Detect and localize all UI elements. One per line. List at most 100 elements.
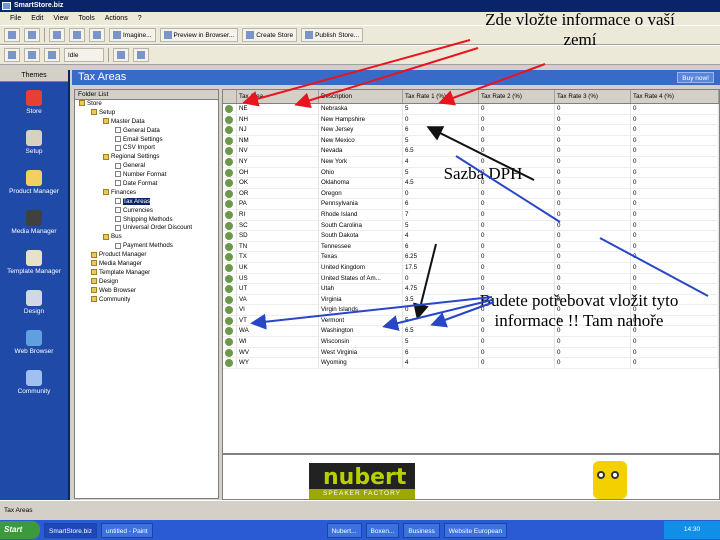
table-row[interactable]: SD South Dakota 4 0 0 0 <box>223 231 719 242</box>
table-cell[interactable]: 0 <box>555 199 631 209</box>
task-website[interactable]: Website European <box>443 522 508 538</box>
table-cell[interactable]: OR <box>237 188 319 199</box>
nav-item-web-browser[interactable]: Web Browser <box>0 322 68 362</box>
table-cell[interactable]: 0 <box>631 135 719 146</box>
column-header[interactable] <box>223 90 237 103</box>
table-cell[interactable]: 0 <box>479 241 555 252</box>
table-cell[interactable]: 0 <box>631 188 719 199</box>
nav-item-media-manager[interactable]: Media Manager <box>0 202 68 242</box>
table-cell[interactable]: 0 <box>479 104 555 114</box>
table-cell[interactable]: 5 <box>403 104 479 114</box>
table-cell[interactable]: VT <box>237 315 319 326</box>
table-cell[interactable]: 0 <box>555 114 631 125</box>
table-cell[interactable]: 0 <box>631 114 719 125</box>
table-cell[interactable]: WA <box>237 326 319 337</box>
refresh-button[interactable] <box>133 48 149 62</box>
menu-edit[interactable]: Edit <box>31 15 43 22</box>
table-cell[interactable]: US <box>237 273 319 284</box>
table-cell[interactable]: TN <box>237 241 319 252</box>
tree-node[interactable]: Store <box>75 100 218 109</box>
tree-node[interactable]: Community <box>75 296 218 305</box>
table-cell[interactable]: 6.5 <box>403 146 479 156</box>
tree-node[interactable]: Date Format <box>75 180 218 189</box>
table-cell[interactable]: 0 <box>479 146 555 156</box>
table-cell[interactable]: 0 <box>479 125 555 135</box>
publish-store-button[interactable]: Publish Store... <box>301 28 364 42</box>
table-cell[interactable]: 0 <box>631 273 719 284</box>
table-row[interactable]: US United States of Am... 0 0 0 0 <box>223 273 719 285</box>
column-header[interactable]: Description <box>319 90 403 103</box>
nav-item-template-manager[interactable]: Template Manager <box>0 242 68 282</box>
table-cell[interactable]: PA <box>237 199 319 209</box>
tree-node[interactable]: Payment Methods <box>75 242 218 251</box>
table-cell[interactable]: 0 <box>555 104 631 114</box>
table-cell[interactable]: OH <box>237 167 319 178</box>
table-cell[interactable]: 0 <box>631 337 719 347</box>
table-cell[interactable]: 0 <box>555 220 631 231</box>
tree-node[interactable]: Media Manager <box>75 260 218 269</box>
table-row[interactable]: WI Wisconsin 5 0 0 0 <box>223 337 719 348</box>
tree-node[interactable]: Bus <box>75 233 218 242</box>
table-cell[interactable]: 0 <box>479 220 555 231</box>
table-cell[interactable]: New Jersey <box>319 125 403 135</box>
table-cell[interactable]: 0 <box>631 156 719 167</box>
table-cell[interactable]: Vermont <box>319 315 403 326</box>
nav-item-community[interactable]: Community <box>0 362 68 402</box>
table-cell[interactable]: New Hampshire <box>319 114 403 125</box>
table-cell[interactable]: South Dakota <box>319 231 403 241</box>
table-cell[interactable]: New Mexico <box>319 135 403 146</box>
tree-node[interactable]: Design <box>75 278 218 287</box>
table-cell[interactable]: 0 <box>479 209 555 220</box>
table-row[interactable]: UK United Kingdom 17.5 0 0 0 <box>223 262 719 274</box>
table-cell[interactable]: VI <box>237 305 319 315</box>
menu-tools[interactable]: Tools <box>78 15 94 22</box>
forward-button[interactable] <box>24 28 40 42</box>
table-cell[interactable]: NM <box>237 135 319 146</box>
tree-node[interactable]: Email Settings <box>75 136 218 145</box>
table-cell[interactable]: 0 <box>479 188 555 199</box>
table-cell[interactable]: Nevada <box>319 146 403 156</box>
table-row[interactable]: NJ New Jersey 6 0 0 0 <box>223 125 719 136</box>
column-header[interactable]: Tax Area <box>237 90 319 103</box>
tree-node[interactable]: Universal Order Discount <box>75 224 218 233</box>
table-cell[interactable]: 0 <box>555 135 631 146</box>
table-cell[interactable]: 0 <box>403 188 479 199</box>
column-header[interactable]: Tax Rate 4 (%) <box>631 90 719 103</box>
table-cell[interactable]: 0 <box>479 273 555 284</box>
table-cell[interactable]: 0 <box>631 220 719 231</box>
grid-button[interactable] <box>113 48 129 62</box>
column-header[interactable]: Tax Rate 1 (%) <box>403 90 479 103</box>
table-cell[interactable]: Wyoming <box>319 358 403 368</box>
nubert-logo[interactable]: nubert SPEAKER FACTORY <box>309 463 415 499</box>
table-cell[interactable]: Oklahoma <box>319 178 403 188</box>
task-nubert[interactable]: Nubert... <box>326 522 362 538</box>
table-cell[interactable]: NE <box>237 104 319 114</box>
table-cell[interactable]: 0 <box>555 231 631 241</box>
table-cell[interactable]: SD <box>237 231 319 241</box>
new-button[interactable] <box>4 48 20 62</box>
table-cell[interactable]: 0 <box>631 209 719 220</box>
nav-item-store[interactable]: Store <box>0 82 68 122</box>
table-cell[interactable]: UK <box>237 262 319 273</box>
preview-button[interactable]: Preview in Browser... <box>159 28 239 42</box>
table-cell[interactable]: South Carolina <box>319 220 403 231</box>
table-cell[interactable]: Texas <box>319 252 403 262</box>
delete-button[interactable] <box>44 48 60 62</box>
table-cell[interactable]: 6 <box>403 241 479 252</box>
table-cell[interactable]: 0 <box>555 252 631 262</box>
table-cell[interactable]: NH <box>237 114 319 125</box>
table-cell[interactable]: 0 <box>631 347 719 358</box>
table-cell[interactable]: 5 <box>403 220 479 231</box>
task-smartstore[interactable]: SmartStore.biz <box>44 522 97 538</box>
table-cell[interactable]: 0 <box>631 252 719 262</box>
tree-node[interactable]: Product Manager <box>75 251 218 260</box>
table-cell[interactable]: TX <box>237 252 319 262</box>
column-header[interactable]: Tax Rate 3 (%) <box>555 90 631 103</box>
column-header[interactable]: Tax Rate 2 (%) <box>479 90 555 103</box>
table-cell[interactable]: Virgin Islands <box>319 305 403 315</box>
table-row[interactable]: NV Nevada 6.5 0 0 0 <box>223 146 719 157</box>
menu-view[interactable]: View <box>53 15 68 22</box>
table-row[interactable]: TN Tennessee 6 0 0 0 <box>223 241 719 253</box>
table-cell[interactable]: Wisconsin <box>319 337 403 347</box>
table-cell[interactable]: 0 <box>479 252 555 262</box>
